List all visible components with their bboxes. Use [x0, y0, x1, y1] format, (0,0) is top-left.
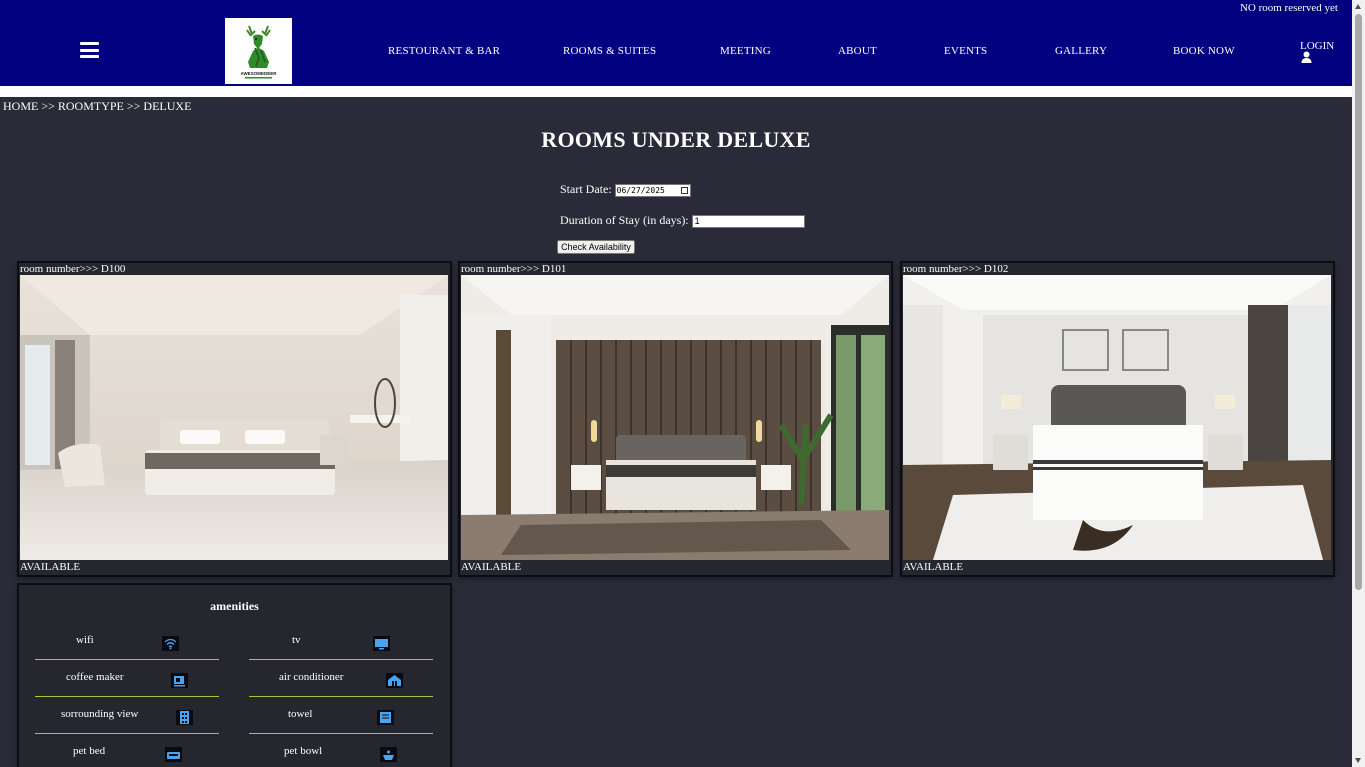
duration-input[interactable]: 1: [691, 214, 805, 228]
breadcrumb[interactable]: HOME >> ROOMTYPE >> DELUXE: [3, 99, 191, 114]
logo-text: AWESOMEDEER: [240, 71, 277, 76]
room-photo[interactable]: [20, 275, 448, 560]
amenity-name: towel: [288, 708, 313, 720]
pet-bowl-icon: [380, 747, 397, 762]
towel-icon: [377, 710, 394, 725]
coffee-icon: [171, 673, 188, 688]
room-card[interactable]: room number>>> D102 AVAILABLE: [902, 263, 1333, 575]
start-date-value: 06/27/2025: [616, 185, 665, 195]
scrollbar-thumb[interactable]: [1355, 14, 1362, 590]
building-icon: [176, 710, 193, 725]
start-date-input[interactable]: 06/27/2025: [614, 183, 691, 197]
check-availability-button[interactable]: Check Availability: [557, 240, 635, 254]
hamburger-menu-icon[interactable]: [80, 42, 99, 58]
nav-restaurant-bar[interactable]: RESTOURANT & BAR: [388, 45, 500, 57]
nav-rooms-suites[interactable]: ROOMS & SUITES: [563, 45, 656, 57]
page-title: ROOMS UNDER DELUXE: [541, 127, 811, 152]
calendar-icon[interactable]: [680, 186, 688, 194]
air-conditioner-icon: [386, 673, 403, 688]
room-card[interactable]: room number>>> D101 AVAILABLE: [460, 263, 891, 575]
amenity-item: pet bed: [35, 734, 219, 767]
amenity-item: pet bowl: [249, 734, 433, 767]
pet-bed-icon: [165, 747, 182, 762]
amenities-title: amenities: [210, 599, 259, 613]
room-status: AVAILABLE: [461, 561, 522, 573]
start-date-row: Start Date: 06/27/2025: [560, 182, 691, 197]
reservation-status: NO room reserved yet: [1239, 2, 1338, 14]
start-date-label: Start Date:: [560, 182, 612, 196]
nav-meeting[interactable]: MEETING: [720, 45, 771, 57]
top-navbar: NO room reserved yet AWESOMEDEER RESTOUR…: [0, 0, 1352, 86]
room-number-label: room number>>> D101: [461, 263, 567, 275]
room-photo-image: [461, 275, 889, 560]
room-number-label: room number>>> D102: [903, 263, 1009, 275]
room-status: AVAILABLE: [903, 561, 964, 573]
amenity-name: coffee maker: [66, 671, 124, 683]
logo[interactable]: AWESOMEDEER: [225, 18, 292, 84]
amenity-item: wifi: [35, 623, 219, 660]
tv-icon: [373, 636, 390, 651]
nav-book-now[interactable]: BOOK NOW: [1173, 45, 1235, 57]
amenities-panel: amenities wifi tv coffee maker air condi…: [19, 585, 450, 767]
amenity-name: pet bowl: [284, 745, 323, 757]
room-card[interactable]: room number>>> D100 AVAILABLE: [19, 263, 450, 575]
amenity-name: wifi: [76, 634, 94, 646]
nav-gallery[interactable]: GALLERY: [1055, 45, 1107, 57]
amenity-item: tv: [249, 623, 433, 660]
nav-about[interactable]: ABOUT: [838, 45, 877, 57]
wifi-icon: [162, 636, 179, 651]
scroll-up-icon[interactable]: [1355, 4, 1361, 9]
header-divider: [0, 86, 1352, 97]
page-scrollbar[interactable]: [1352, 0, 1365, 767]
amenity-name: sorrounding view: [61, 708, 139, 720]
amenity-item: towel: [249, 697, 433, 734]
room-photo[interactable]: [461, 275, 889, 560]
amenity-item: sorrounding view: [35, 697, 219, 734]
duration-label: Duration of Stay (in days):: [560, 213, 689, 227]
deer-logo-icon: AWESOMEDEER: [240, 25, 277, 79]
amenity-item: coffee maker: [35, 660, 219, 697]
amenity-name: air conditioner: [279, 671, 344, 683]
amenity-name: pet bed: [73, 745, 106, 757]
nav-events[interactable]: EVENTS: [944, 45, 987, 57]
room-status: AVAILABLE: [20, 561, 81, 573]
amenity-name: tv: [292, 634, 301, 646]
room-photo-image: [903, 275, 1331, 560]
room-photo-image: [20, 275, 448, 560]
amenity-item: air conditioner: [249, 660, 433, 697]
room-photo[interactable]: [903, 275, 1331, 560]
room-number-label: room number>>> D100: [20, 263, 126, 275]
user-icon[interactable]: [1301, 51, 1312, 63]
scroll-down-icon[interactable]: [1355, 758, 1361, 763]
duration-row: Duration of Stay (in days): 1: [560, 213, 805, 228]
